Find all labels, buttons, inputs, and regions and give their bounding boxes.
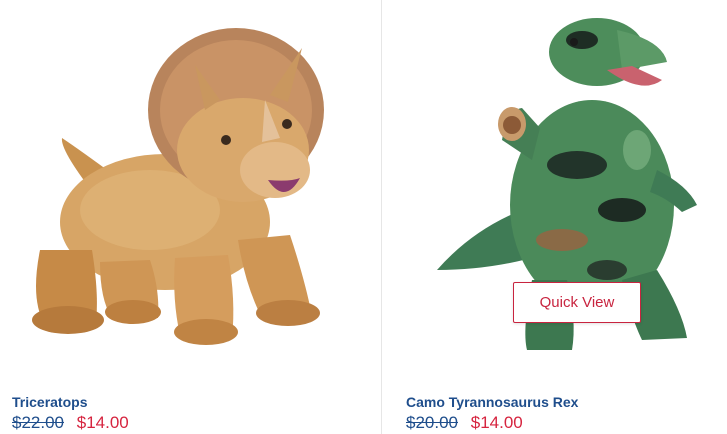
product-name-link[interactable]: Camo Tyrannosaurus Rex xyxy=(406,394,578,410)
quick-view-button[interactable]: Quick View xyxy=(513,282,641,323)
price-row: $22.00 $14.00 xyxy=(12,413,129,433)
product-grid: Triceratops $22.00 $14.00 Quick View Cam… xyxy=(0,0,727,434)
price-row: $20.00 $14.00 xyxy=(406,413,523,433)
triceratops-plush-image[interactable] xyxy=(0,0,381,370)
product-card-camo-trex[interactable]: Quick View Camo Tyrannosaurus Rex $20.00… xyxy=(382,0,727,434)
product-name-link[interactable]: Triceratops xyxy=(12,394,87,410)
sale-price: $14.00 xyxy=(470,413,523,432)
sale-price: $14.00 xyxy=(76,413,129,432)
original-price: $20.00 xyxy=(406,413,458,432)
product-card-triceratops[interactable]: Triceratops $22.00 $14.00 xyxy=(0,0,381,434)
original-price: $22.00 xyxy=(12,413,64,432)
